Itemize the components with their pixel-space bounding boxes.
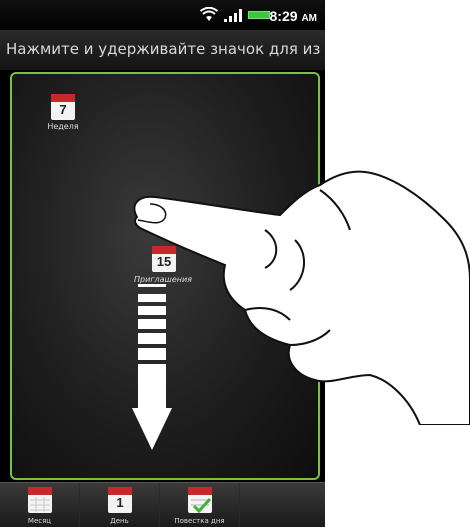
calendar-month-icon [28,487,52,513]
status-time: 8:29 AM [270,8,317,24]
time-value: 8:29 [269,8,298,24]
agenda-icon [188,487,212,513]
wifi-icon [200,7,218,21]
hand-gesture-illustration [133,170,470,425]
dock-item-month[interactable]: Месяц [0,483,80,527]
calendar-week-icon: 7 [51,94,75,120]
dock-label-month: Месяц [27,517,52,525]
hint-text: Нажмите и удерживайте значок для из [6,40,321,58]
dock-item-day[interactable]: 1 День [80,483,160,527]
signal-icon [224,9,242,22]
battery-icon [248,11,270,19]
week-label: Неделя [47,122,79,131]
time-ampm: AM [301,13,317,24]
calendar-day-icon: 1 [108,487,132,513]
week-icon-number: 7 [59,102,67,117]
day-icon-number: 1 [116,495,124,510]
status-bar: 8:29 AM [0,0,325,30]
dock-item-agenda[interactable]: Повестка дня [160,483,240,527]
dock-label-day: День [110,517,129,525]
dock-label-agenda: Повестка дня [174,517,225,525]
dock: Месяц 1 День Повестка дня [0,482,325,527]
hint-bar: Нажмите и удерживайте значок для из [0,30,325,70]
